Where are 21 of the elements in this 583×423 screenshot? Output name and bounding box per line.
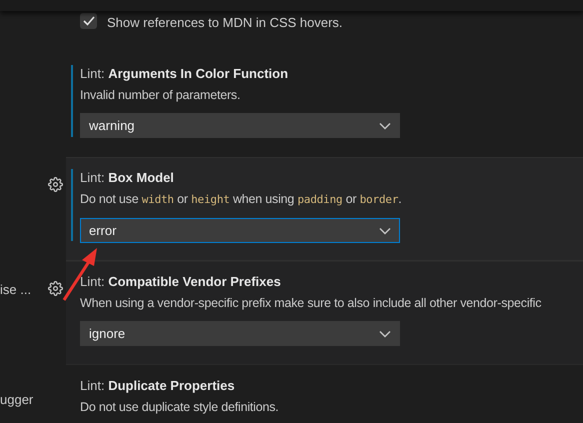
setting-description: Invalid number of parameters. bbox=[80, 87, 242, 103]
chevron-down-icon bbox=[379, 122, 391, 130]
settings-gear-icon[interactable] bbox=[48, 177, 62, 192]
setting-description: Do not use width or height when using padding or border. bbox=[80, 191, 402, 208]
settings-gear-icon[interactable] bbox=[48, 281, 62, 296]
setting-title: Lint: Duplicate Properties bbox=[80, 377, 236, 395]
chevron-down-icon bbox=[379, 226, 391, 234]
dropdown[interactable]: ignore bbox=[80, 321, 400, 346]
checkbox[interactable] bbox=[80, 13, 97, 29]
setting-title: Lint: Compatible Vendor Prefixes bbox=[80, 273, 282, 291]
setting-description: Do not use duplicate style definitions. bbox=[80, 399, 279, 415]
checkmark-icon bbox=[82, 16, 94, 26]
sidebar-item[interactable]: ise ... bbox=[0, 281, 44, 299]
dropdown[interactable]: error bbox=[80, 218, 400, 243]
setting-description: When using a vendor-specific prefix make sure to also include all other vendor-specific bbox=[80, 295, 542, 311]
sidebar-item[interactable]: ugger bbox=[0, 391, 44, 409]
dropdown[interactable]: warning bbox=[80, 113, 400, 138]
setting-title: Lint: Arguments In Color Function bbox=[80, 65, 290, 83]
setting-title: Lint: Box Model bbox=[80, 169, 175, 187]
checkbox-label: Show references to MDN in CSS hovers. bbox=[107, 14, 343, 32]
chevron-down-icon bbox=[379, 330, 391, 338]
